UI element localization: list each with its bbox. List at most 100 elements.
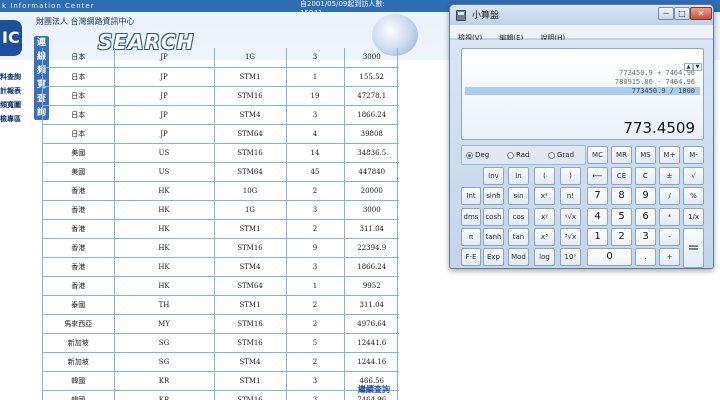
exp-button[interactable]: Exp xyxy=(483,248,504,266)
decimal-button[interactable]: . xyxy=(635,248,656,266)
cell-country: 泰國 xyxy=(43,295,115,315)
mc-button[interactable]: MC xyxy=(587,146,608,164)
continue-query-link[interactable]: 繼續查詢 xyxy=(358,384,390,395)
cell-country-code: HK xyxy=(114,276,215,296)
inv-button[interactable]: Inv xyxy=(483,167,504,185)
history-line-selected[interactable]: 773450.9 / 1000 xyxy=(465,87,700,95)
cell-country: 日本 xyxy=(43,124,115,144)
sinh-button[interactable]: sinh xyxy=(483,187,504,205)
calculator-title-bar[interactable]: 小算盤 ─ □ ✕ xyxy=(450,5,713,25)
table-row: 香港 HK STM16 9 22394.9 xyxy=(43,238,399,258)
cell-circuit-type: STM4 xyxy=(214,105,287,125)
ten-power-x-button[interactable]: 10ˣ xyxy=(560,248,581,266)
cell-country-code: JP xyxy=(114,105,215,125)
cell-country: 香港 xyxy=(43,257,115,277)
equals-button[interactable]: = xyxy=(683,228,704,268)
cell-bandwidth: 1866.24 xyxy=(344,105,399,125)
nav-item-data-query[interactable]: 料查詢 xyxy=(0,70,22,84)
mr-button[interactable]: MR xyxy=(611,146,632,164)
cell-country-code: JP xyxy=(114,48,215,68)
mod-button[interactable]: Mod xyxy=(508,248,529,266)
nav-item-inspection[interactable]: 檢專區 xyxy=(0,112,22,126)
m-plus-button[interactable]: M+ xyxy=(659,146,680,164)
c-button[interactable]: C xyxy=(635,167,656,185)
cell-country: 新加坡 xyxy=(43,333,115,353)
minimize-button[interactable]: ─ xyxy=(658,7,674,20)
percent-button[interactable]: % xyxy=(683,187,704,205)
dms-button[interactable]: dms xyxy=(461,208,481,226)
cell-circuit-type: STM64 xyxy=(214,162,287,182)
cell-country: 馬來西亞 xyxy=(43,314,115,334)
x-power-y-button[interactable]: xʸ xyxy=(534,208,555,226)
cosh-button[interactable]: cosh xyxy=(483,208,504,226)
ln-button[interactable]: ln xyxy=(508,167,529,185)
cos-button[interactable]: cos xyxy=(508,208,529,226)
fe-button[interactable]: F-E xyxy=(461,248,481,266)
digit-8-button[interactable]: 8 xyxy=(611,187,632,205)
cell-bandwidth: 1866.24 xyxy=(344,257,399,277)
cell-country-code: JP xyxy=(114,124,215,144)
calculator-title: 小算盤 xyxy=(472,11,500,21)
digit-2-button[interactable]: 2 xyxy=(611,228,632,246)
digit-7-button[interactable]: 7 xyxy=(587,187,608,205)
nav-item-stats-report[interactable]: 計報表 xyxy=(0,84,22,98)
pi-button[interactable]: π xyxy=(461,228,481,246)
multiply-button[interactable]: * xyxy=(659,208,680,226)
left-paren-button[interactable]: ( xyxy=(534,167,555,185)
cell-circuit-type: STM16 xyxy=(214,143,287,163)
radio-grad[interactable]: Grad xyxy=(548,150,574,160)
ce-button[interactable]: CE xyxy=(611,167,632,185)
table-row: 日本 JP STM64 4 39808 xyxy=(43,124,399,144)
cell-circuit-count: 2 xyxy=(286,352,345,372)
factorial-button[interactable]: n! xyxy=(560,187,581,205)
cell-bandwidth: 20000 xyxy=(344,181,399,201)
table-row: 馬來西亞 MY STM16 2 4976.64 xyxy=(43,314,399,334)
digit-9-button[interactable]: 9 xyxy=(635,187,656,205)
radio-rad[interactable]: Rad xyxy=(507,150,529,160)
cell-country: 香港 xyxy=(43,200,115,220)
sin-button[interactable]: sin xyxy=(508,187,529,205)
digit-1-button[interactable]: 1 xyxy=(587,228,608,246)
cell-bandwidth: 155.52 xyxy=(344,67,399,87)
minus-button[interactable]: - xyxy=(659,228,680,246)
y-root-x-button[interactable]: ʸ√x xyxy=(560,208,581,226)
cell-circuit-count: 3 xyxy=(286,257,345,277)
m-minus-button[interactable]: M- xyxy=(683,146,704,164)
table-row: 泰國 TH STM1 2 311.04 xyxy=(43,295,399,315)
calculator-display: ▲ ▼ 773450.9 + 7464.96 780915.86 - 7464.9… xyxy=(461,48,704,140)
x-squared-button[interactable]: x² xyxy=(534,187,555,205)
radio-selected-icon xyxy=(466,151,473,159)
ms-button[interactable]: MS xyxy=(635,146,656,164)
radio-deg[interactable]: Deg xyxy=(466,150,489,160)
digit-0-button[interactable]: 0 xyxy=(587,248,632,266)
cell-circuit-type: STM16 xyxy=(214,86,287,106)
digit-4-button[interactable]: 4 xyxy=(587,208,608,226)
plus-button[interactable]: + xyxy=(659,248,680,266)
nav-item-bandwidth-map[interactable]: 頻寬圖 xyxy=(0,98,22,112)
cell-country-code: HK xyxy=(114,238,215,258)
cell-circuit-count: 19 xyxy=(286,86,345,106)
cell-circuit-type: STM16 xyxy=(214,390,287,400)
tanh-button[interactable]: tanh xyxy=(483,228,504,246)
digit-5-button[interactable]: 5 xyxy=(611,208,632,226)
close-button[interactable]: ✕ xyxy=(690,7,712,20)
x-cubed-button[interactable]: x³ xyxy=(534,228,555,246)
cube-root-button[interactable]: ³√x xyxy=(560,228,581,246)
plus-minus-button[interactable]: ± xyxy=(659,167,680,185)
site-logo[interactable]: IC xyxy=(0,20,22,56)
cell-bandwidth: 311.04 xyxy=(344,219,399,239)
table-row: 香港 HK 1G 3 3000 xyxy=(43,200,399,220)
backspace-button[interactable]: ⟵ xyxy=(587,167,608,185)
maximize-button[interactable]: □ xyxy=(674,7,690,20)
tan-button[interactable]: tan xyxy=(508,228,529,246)
digit-6-button[interactable]: 6 xyxy=(635,208,656,226)
log-button[interactable]: log xyxy=(534,248,555,266)
sqrt-button[interactable]: √ xyxy=(683,167,704,185)
int-button[interactable]: Int xyxy=(461,187,481,205)
radio-grad-label: Grad xyxy=(557,151,575,159)
digit-3-button[interactable]: 3 xyxy=(635,228,656,246)
reciprocal-button[interactable]: 1/x xyxy=(683,208,704,226)
divide-button[interactable]: / xyxy=(659,187,680,205)
right-paren-button[interactable]: ) xyxy=(560,167,581,185)
cell-circuit-type: STM4 xyxy=(214,352,287,372)
